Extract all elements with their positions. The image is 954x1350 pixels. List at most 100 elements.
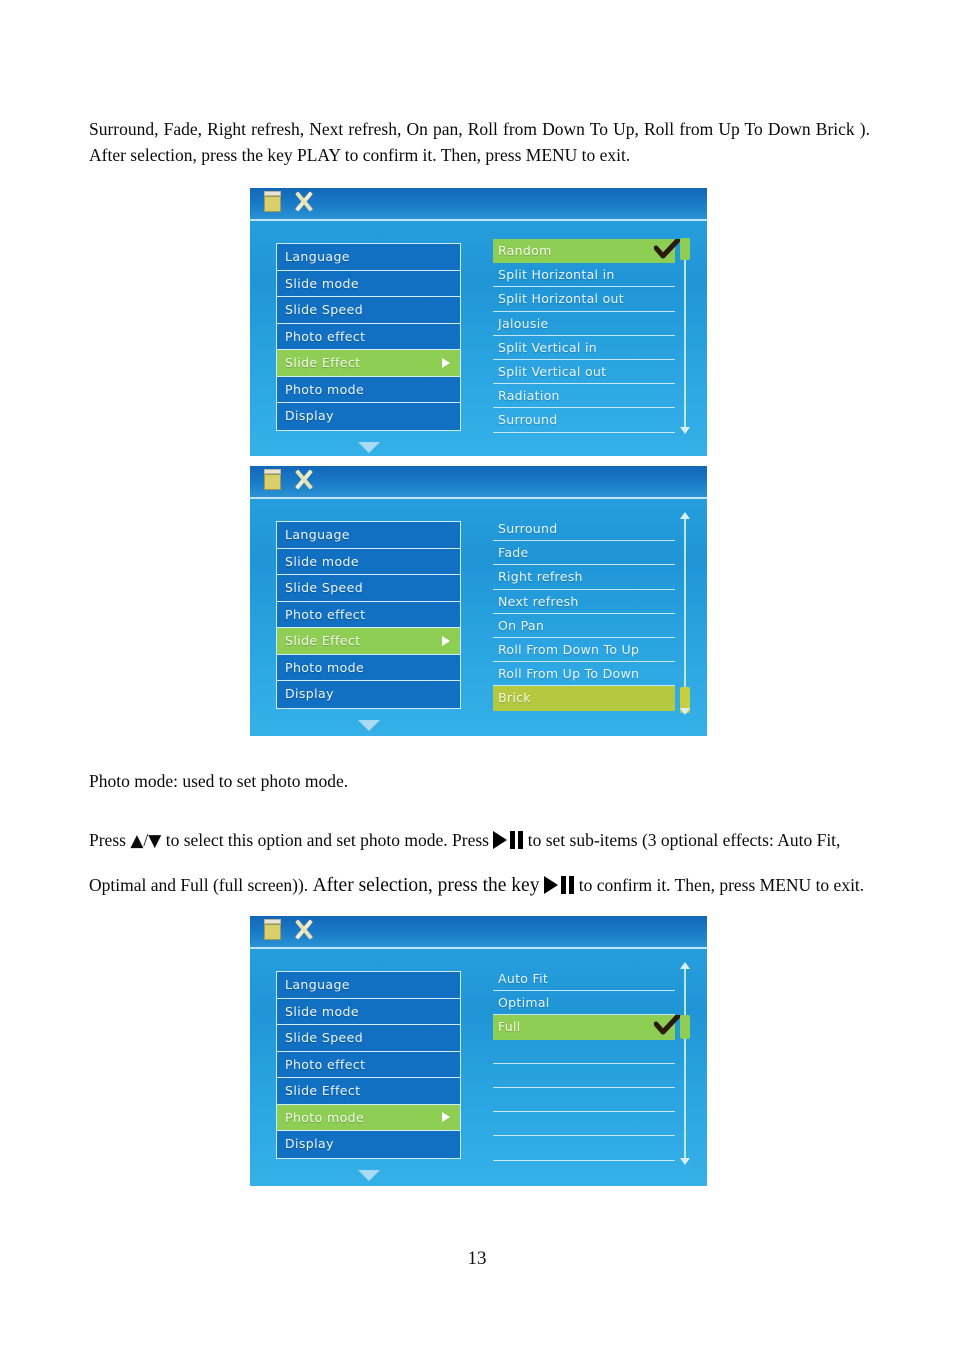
option-row[interactable]: Fade xyxy=(493,541,675,566)
menu-scroll-down-caret-icon[interactable] xyxy=(358,442,380,453)
menu-item-slide-speed[interactable]: Slide Speed xyxy=(277,1025,460,1052)
menu-item-label: Photo mode xyxy=(285,659,365,675)
option-row[interactable]: Right refresh xyxy=(493,565,675,590)
option-row[interactable]: Split Horizontal in xyxy=(493,263,675,288)
menu-item-slide-speed[interactable]: Slide Speed xyxy=(277,297,460,324)
scrollbar-thumb[interactable] xyxy=(680,238,690,260)
menu-item-label: Display xyxy=(285,408,334,423)
menu-item-photo-mode[interactable]: Photo mode xyxy=(277,654,460,681)
scrollbar-down-arrow-icon[interactable] xyxy=(680,427,690,434)
menu-item-display[interactable]: Display xyxy=(277,403,460,430)
menu-item-photo-effect[interactable]: Photo effect xyxy=(277,1051,460,1078)
option-row[interactable]: Random xyxy=(493,239,675,264)
card-icon xyxy=(264,191,281,212)
intro-paragraph: Surround, Fade, Right refresh, Next refr… xyxy=(89,119,870,165)
option-row[interactable]: Jalousie xyxy=(493,312,675,336)
option-row[interactable] xyxy=(493,1112,675,1137)
menu-item-label: Photo effect xyxy=(285,328,366,344)
option-row[interactable]: Split Horizontal out xyxy=(493,287,675,312)
scrollbar-thumb[interactable] xyxy=(680,1015,690,1039)
menu-item-label: Display xyxy=(285,1136,334,1151)
menu-item-label: Language xyxy=(285,527,350,542)
menu-item-photo-effect[interactable]: Photo effect xyxy=(277,323,460,350)
option-label: Full xyxy=(498,1019,521,1035)
option-row[interactable] xyxy=(493,1040,675,1064)
option-row[interactable]: Surround xyxy=(493,408,675,433)
instr-seg-1: Press xyxy=(89,830,131,850)
menu-item-label: Language xyxy=(285,249,350,264)
tools-icon xyxy=(293,919,315,940)
options-scrollbar[interactable] xyxy=(680,238,691,434)
slide-effect-options-list: Surround Fade Right refresh Next refresh… xyxy=(493,517,675,711)
menu-item-label: Slide Effect xyxy=(285,1083,361,1098)
menu-item-display[interactable]: Display xyxy=(277,681,460,708)
photo-mode-heading: Photo mode: used to set photo mode. xyxy=(89,771,349,791)
settings-menu-list: Language Slide mode Slide Speed Photo ef… xyxy=(276,243,461,431)
scrollbar-up-arrow-icon[interactable] xyxy=(680,512,690,519)
menu-item-language[interactable]: Language xyxy=(277,244,460,271)
option-label: Next refresh xyxy=(498,593,579,609)
device-screen-body: Language Slide mode Slide Speed Photo ef… xyxy=(250,499,707,736)
option-row[interactable]: Split Vertical out xyxy=(493,360,675,385)
option-row[interactable] xyxy=(493,1136,675,1161)
tools-icon xyxy=(293,191,315,212)
option-row[interactable]: Radiation xyxy=(493,384,675,409)
option-label: Roll From Down To Up xyxy=(498,641,640,657)
device-topbar xyxy=(250,188,707,221)
menu-item-label: Slide mode xyxy=(285,1003,359,1019)
option-label: Auto Fit xyxy=(498,971,549,986)
option-row[interactable] xyxy=(493,1064,675,1088)
option-label: Surround xyxy=(498,412,558,428)
menu-item-language[interactable]: Language xyxy=(277,522,460,549)
option-label: Roll From Up To Down xyxy=(498,666,640,682)
menu-item-language[interactable]: Language xyxy=(277,972,460,999)
option-row[interactable]: Surround xyxy=(493,517,675,542)
option-row[interactable]: Roll From Down To Up xyxy=(493,638,675,663)
menu-item-slide-effect[interactable]: Slide Effect xyxy=(277,350,460,377)
menu-item-label: Display xyxy=(285,686,334,701)
menu-item-label: Language xyxy=(285,977,350,992)
options-scrollbar[interactable] xyxy=(680,512,691,715)
scrollbar-down-arrow-icon[interactable] xyxy=(680,1158,690,1165)
photo-mode-instructions: Press ▲/▼ to select this option and set … xyxy=(89,818,874,908)
document-page: Surround, Fade, Right refresh, Next refr… xyxy=(0,0,954,1350)
scrollbar-up-arrow-icon[interactable] xyxy=(680,962,690,969)
menu-item-slide-mode[interactable]: Slide mode xyxy=(277,998,460,1025)
menu-item-slide-effect[interactable]: Slide Effect xyxy=(277,1078,460,1105)
menu-item-photo-effect[interactable]: Photo effect xyxy=(277,601,460,628)
option-row[interactable]: Full xyxy=(493,1015,675,1040)
option-label: Split Vertical in xyxy=(498,339,597,355)
play-pause-icon xyxy=(544,876,575,894)
menu-item-slide-effect[interactable]: Slide Effect xyxy=(277,628,460,655)
photo-mode-options-list: Auto Fit Optimal Full xyxy=(493,967,675,1161)
menu-item-display[interactable]: Display xyxy=(277,1131,460,1158)
option-row[interactable]: Split Vertical in xyxy=(493,336,675,360)
menu-scroll-down-caret-icon[interactable] xyxy=(358,720,380,731)
option-row[interactable]: Optimal xyxy=(493,991,675,1016)
menu-item-label: Slide Speed xyxy=(285,1030,364,1045)
option-row[interactable]: Roll From Up To Down xyxy=(493,662,675,687)
option-label: Surround xyxy=(498,521,558,536)
tools-icon xyxy=(293,469,315,490)
instr-seg-5: to confirm it. Then, press MENU to exit. xyxy=(574,875,865,895)
menu-item-label: Slide mode xyxy=(285,275,359,291)
menu-item-slide-mode[interactable]: Slide mode xyxy=(277,270,460,297)
down-arrow-icon: ▼ xyxy=(148,831,162,851)
menu-scroll-down-caret-icon[interactable] xyxy=(358,1170,380,1181)
option-row[interactable]: Auto Fit xyxy=(493,967,675,992)
option-row[interactable]: Brick xyxy=(493,686,675,711)
scrollbar-down-arrow-icon[interactable] xyxy=(680,708,690,715)
device-topbar xyxy=(250,466,707,499)
option-label: Optimal xyxy=(498,995,550,1011)
menu-item-photo-mode[interactable]: Photo mode xyxy=(277,376,460,403)
menu-item-slide-mode[interactable]: Slide mode xyxy=(277,548,460,575)
device-menu-screenshot-slide-effect-2: Language Slide mode Slide Speed Photo ef… xyxy=(250,466,707,736)
menu-item-photo-mode[interactable]: Photo mode xyxy=(277,1104,460,1131)
option-row[interactable]: On Pan xyxy=(493,614,675,638)
option-row[interactable]: Next refresh xyxy=(493,590,675,614)
menu-item-slide-speed[interactable]: Slide Speed xyxy=(277,575,460,602)
menu-item-label: Slide mode xyxy=(285,553,359,569)
options-scrollbar[interactable] xyxy=(680,962,691,1165)
menu-item-label: Photo effect xyxy=(285,1056,366,1072)
option-row[interactable] xyxy=(493,1088,675,1113)
